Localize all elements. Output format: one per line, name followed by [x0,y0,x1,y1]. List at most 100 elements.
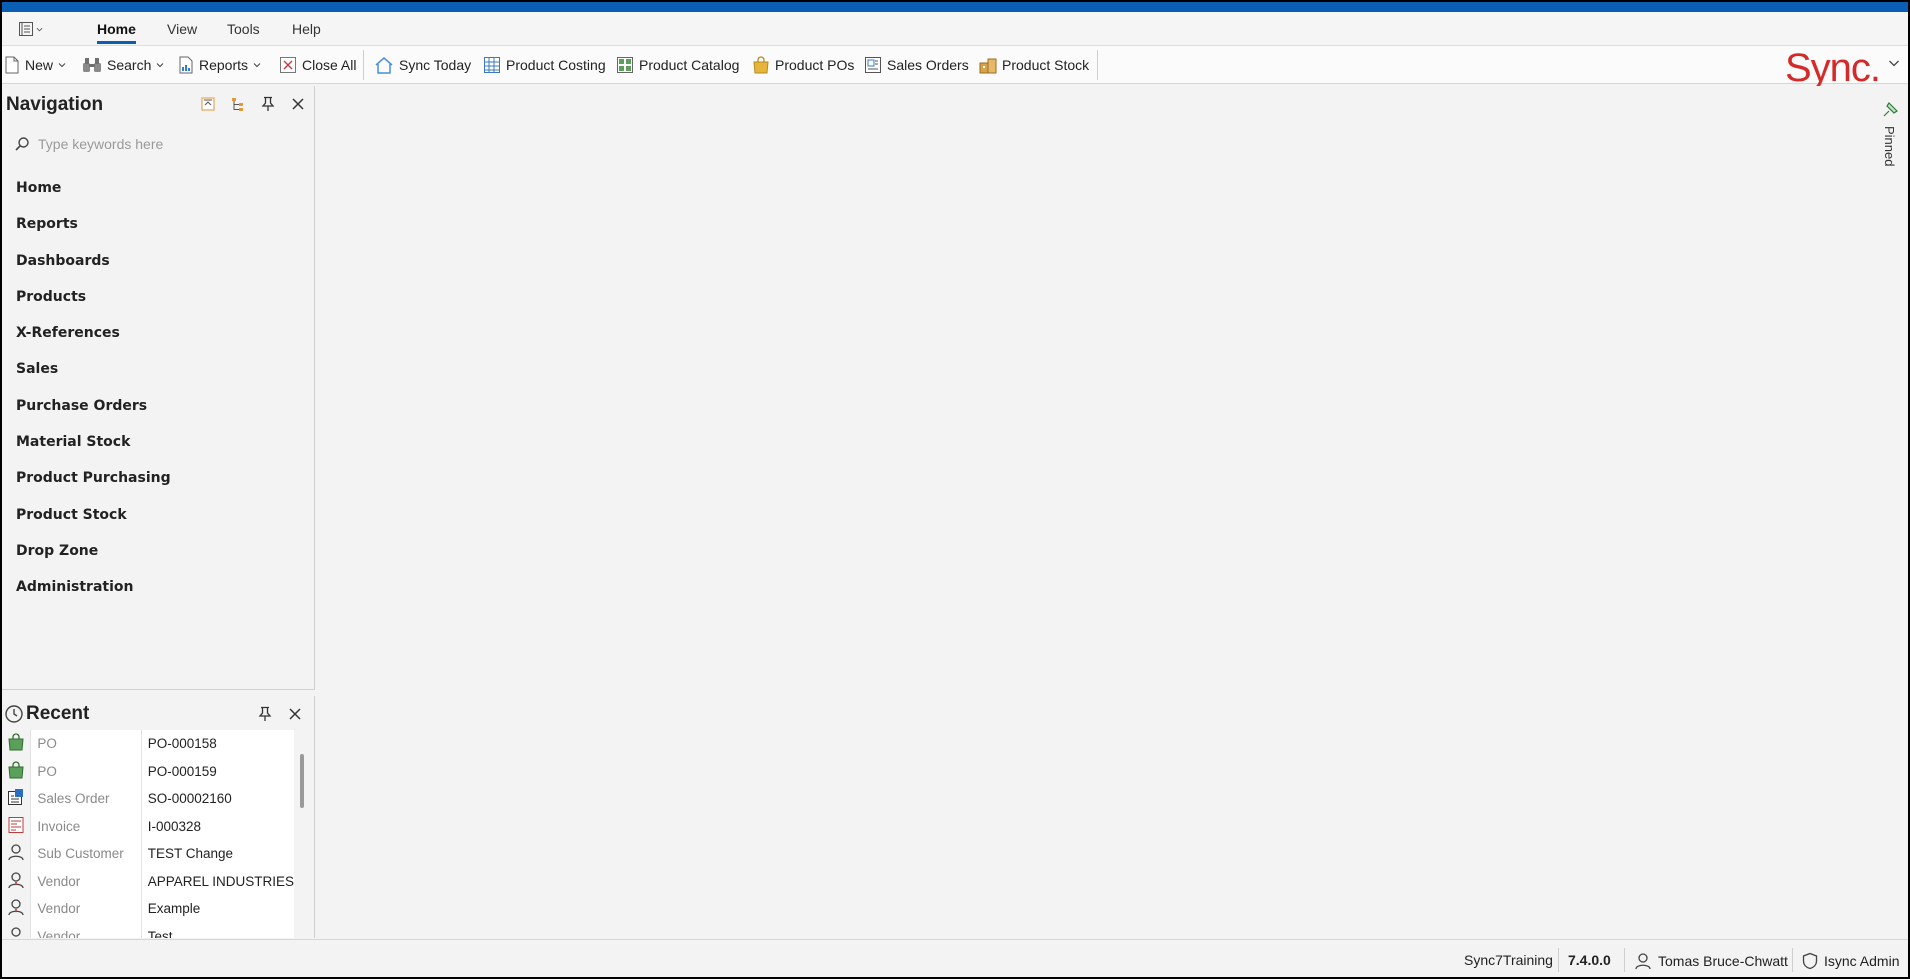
close-all-label: Close All [302,57,357,73]
status-divider [1624,948,1625,972]
nav-item-sales[interactable]: Sales [16,359,171,395]
nav-item-dashboards[interactable]: Dashboards [16,251,171,287]
shopping-bag-icon [753,56,769,74]
spreadsheet-icon [484,57,500,73]
product-pos-button[interactable]: Product POs [752,53,854,77]
recent-type: Sales Order [30,785,142,813]
product-catalog-button[interactable]: Product Catalog [616,53,739,77]
person-icon [8,844,24,861]
chevron-down-icon [36,27,43,31]
navigation-list: Home Reports Dashboards Products X-Refer… [16,178,171,614]
home-icon [375,57,393,74]
close-navigation-button[interactable] [288,94,308,114]
table-row[interactable]: Sub Customer TEST Change [2,840,294,868]
recent-value: Example [147,901,201,917]
pin-navigation-button[interactable] [258,94,278,114]
sync-today-button[interactable]: Sync Today [374,53,471,77]
tab-view[interactable]: View [167,18,197,44]
tab-home[interactable]: Home [97,18,136,44]
table-row[interactable]: Invoice I-000328 [2,812,294,840]
nav-item-drop-zone[interactable]: Drop Zone [16,541,171,577]
close-icon [289,708,301,720]
user-name: Tomas Bruce-Chwatt [1658,953,1788,969]
tab-help[interactable]: Help [292,18,321,44]
nav-item-product-purchasing[interactable]: Product Purchasing [16,468,171,504]
pinned-label: Pinned [1882,126,1897,167]
user-icon [1635,953,1651,970]
close-all-button[interactable]: Close All [279,53,356,77]
product-catalog-label: Product Catalog [639,57,740,73]
close-recent-button[interactable] [285,704,305,724]
navigation-panel: Navigation Home Reports Dashboards Produ… [2,86,315,690]
role-name: Isync Admin [1824,953,1900,969]
product-stock-button[interactable]: Product Stock [979,53,1089,77]
pinned-panel-tab[interactable]: Pinned [1880,100,1902,170]
recent-scrollbar[interactable] [300,754,304,808]
shopping-bag-icon [8,733,24,751]
product-pos-label: Product POs [775,57,855,73]
chevron-down-icon [253,63,261,68]
table-row[interactable]: PO PO-000158 [2,730,294,758]
reports-button[interactable]: Reports [178,53,261,77]
recent-type: Invoice [30,812,142,840]
navigation-title: Navigation [6,94,104,115]
status-bar: Sync7Training 7.4.0.0 Tomas Bruce-Chwatt… [2,939,1908,977]
nav-item-x-references[interactable]: X-References [16,323,171,359]
brand-menu-button[interactable] [1888,56,1900,72]
recent-value: I-000328 [147,818,201,834]
nav-item-material-stock[interactable]: Material Stock [16,432,171,468]
collapse-all-button[interactable] [198,94,218,114]
app-version: 7.4.0.0 [1568,952,1611,968]
table-row[interactable]: Vendor Test [2,922,294,938]
close-icon [292,98,304,110]
nav-item-home[interactable]: Home [16,178,171,214]
nav-item-purchase-orders[interactable]: Purchase Orders [16,396,171,432]
nav-item-administration[interactable]: Administration [16,577,171,613]
nav-item-product-stock[interactable]: Product Stock [16,505,171,541]
sales-orders-button[interactable]: Sales Orders [864,53,969,77]
binoculars-icon [83,58,101,72]
collapse-all-icon [201,97,215,111]
new-label: New [25,57,54,73]
new-button[interactable]: New [4,53,66,77]
recent-title: Recent [26,703,90,724]
search-button[interactable]: Search [82,53,164,77]
nav-item-reports[interactable]: Reports [16,214,171,250]
toolbar: New Search Reports Close All Sync Today … [2,46,1908,90]
recent-type: Vendor [30,922,142,938]
document-workspace [316,86,1876,938]
nav-item-products[interactable]: Products [16,287,171,323]
app-menu-button[interactable] [18,18,50,40]
table-row[interactable]: Vendor APPAREL INDUSTRIES [2,867,294,895]
sales-orders-label: Sales Orders [887,57,969,73]
table-row[interactable]: PO PO-000159 [2,757,294,785]
invoice-icon [8,816,24,833]
product-costing-button[interactable]: Product Costing [483,53,606,77]
title-strip [2,2,1908,12]
tab-tools[interactable]: Tools [227,18,260,44]
report-icon [179,56,193,74]
recent-panel: Recent PO PO-000158 PO PO-000159 Sales O… [2,696,315,938]
recent-value: Test [147,928,173,938]
pin-recent-button[interactable] [255,704,275,724]
expand-tree-button[interactable] [228,94,248,114]
history-icon [5,705,23,723]
status-divider [1558,948,1559,972]
shopping-bag-icon [8,761,24,779]
table-row[interactable]: Vendor Example [2,895,294,923]
app-window: Home View Tools Help New Search Reports … [0,0,1910,979]
menu-bar: Home View Tools Help [2,12,1908,46]
recent-value: APPAREL INDUSTRIES [147,873,294,889]
database-name: Sync7Training [1464,952,1553,968]
recent-type: PO [30,730,142,758]
recent-value: PO-000159 [147,763,217,779]
navigation-search-input[interactable] [38,136,278,152]
sales-order-icon [8,789,24,806]
sales-order-icon [865,57,881,73]
recent-type: Vendor [30,895,142,923]
current-user[interactable]: Tomas Bruce-Chwatt [1634,952,1788,970]
recent-table: PO PO-000158 PO PO-000159 Sales Order SO… [2,730,294,938]
user-role[interactable]: Isync Admin [1802,952,1899,970]
boxes-icon [979,58,997,74]
table-row[interactable]: Sales Order SO-00002160 [2,785,294,813]
